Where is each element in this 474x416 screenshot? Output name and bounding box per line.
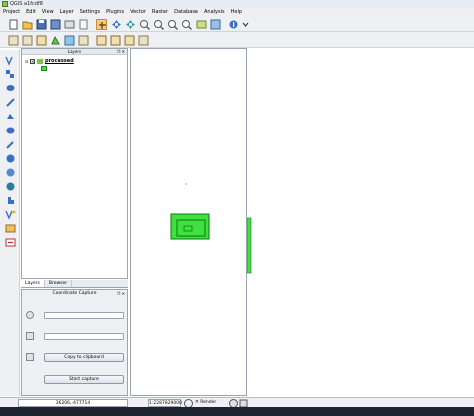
- composer-manager-icon[interactable]: [78, 19, 89, 30]
- layer-name[interactable]: processed: [45, 58, 74, 64]
- map-point-feature: [185, 183, 187, 185]
- new-project-icon[interactable]: [8, 19, 19, 30]
- polygon-feature-core[interactable]: [183, 225, 193, 232]
- coordinate-readout[interactable]: 36206,-477714: [18, 399, 128, 407]
- layers-panel-title: Layers: [67, 49, 82, 54]
- zoom-layer-icon[interactable]: [181, 19, 192, 30]
- layer-toolbar: [0, 50, 20, 396]
- menu-analysis[interactable]: Analysis: [201, 9, 228, 16]
- map-feature-layer-right: [246, 217, 252, 274]
- menu-vector[interactable]: Vector: [127, 9, 149, 16]
- zoom-out-icon[interactable]: [139, 19, 150, 30]
- coordinate-capture-header: Coordinate Capture ❐ ✕: [22, 290, 127, 297]
- title-bar: QGIS a1fcdf8: [0, 0, 474, 9]
- add-raster-layer-icon[interactable]: [5, 69, 16, 80]
- qgis-window: QGIS a1fcdf8 Project Edit View Layer Set…: [0, 0, 474, 416]
- add-virtual-layer-icon[interactable]: [5, 195, 16, 206]
- window-title: QGIS a1fcdf8: [10, 1, 43, 7]
- identify-icon[interactable]: [228, 19, 239, 30]
- menu-edit[interactable]: Edit: [23, 9, 39, 16]
- new-spatialite-icon[interactable]: [5, 223, 16, 234]
- add-spatialite-layer-icon[interactable]: [5, 97, 16, 108]
- menu-database[interactable]: Database: [171, 9, 201, 16]
- coordinate-capture-panel: Coordinate Capture ❐ ✕ Copy to clipboard…: [21, 289, 128, 396]
- move-feature-icon[interactable]: [50, 35, 61, 46]
- copy-features-icon[interactable]: [110, 35, 121, 46]
- zoom-next-icon[interactable]: [210, 19, 221, 30]
- add-feature-icon[interactable]: [36, 35, 47, 46]
- edit-toolbar: [0, 32, 474, 48]
- pan-to-selection-icon[interactable]: [111, 19, 122, 30]
- messages-icon[interactable]: [238, 398, 248, 408]
- layers-panel: Layers ❐ ✕ ⊟ ✕ processed: [21, 48, 128, 279]
- panel-float-close-icon[interactable]: ❐ ✕: [117, 49, 125, 55]
- dock-tabs: Layers Browser: [21, 280, 128, 288]
- print-composer-icon[interactable]: [64, 19, 75, 30]
- polygon-feature-edge: [246, 217, 252, 274]
- rotation-icon[interactable]: [183, 398, 193, 408]
- add-wcs-layer-icon[interactable]: [5, 153, 16, 164]
- delete-selected-icon[interactable]: [78, 35, 89, 46]
- copy-to-clipboard-button[interactable]: Copy to clipboard: [44, 353, 124, 362]
- tab-browser[interactable]: Browser: [45, 280, 73, 287]
- scale-combobox[interactable]: 1:2287829000: [148, 399, 182, 407]
- status-bar: 36206,-477714 1:2287829000 ✕ Render: [0, 397, 474, 408]
- map-canvas[interactable]: [130, 48, 247, 396]
- new-shapefile-icon[interactable]: [5, 209, 16, 220]
- layer-tree-item[interactable]: ⊟ ✕ processed: [25, 58, 74, 64]
- start-capture-button[interactable]: Start capture: [44, 375, 124, 384]
- menu-layer[interactable]: Layer: [57, 9, 77, 16]
- add-wms-layer-icon[interactable]: [5, 139, 16, 150]
- coordinate-capture-title: Coordinate Capture: [52, 291, 97, 296]
- qgis-app-icon: [2, 1, 8, 7]
- add-postgis-layer-icon[interactable]: [5, 83, 16, 94]
- layer-visibility-checkbox[interactable]: ✕: [30, 58, 35, 64]
- main-toolbar: [0, 16, 474, 32]
- menu-help[interactable]: Help: [228, 9, 245, 16]
- add-wfs-layer-icon[interactable]: [5, 167, 16, 178]
- open-project-icon[interactable]: [22, 19, 33, 30]
- toggle-editing-icon[interactable]: [8, 35, 19, 46]
- grid-crs-icon[interactable]: [26, 332, 34, 340]
- map-feature-layer: [170, 183, 210, 240]
- render-label: Render: [200, 400, 217, 405]
- node-tool-icon[interactable]: [64, 35, 75, 46]
- menu-settings[interactable]: Settings: [77, 9, 104, 16]
- zoom-last-icon[interactable]: [196, 19, 207, 30]
- add-mssql-layer-icon[interactable]: [5, 111, 16, 122]
- layer-legend-swatch: [41, 66, 47, 71]
- zoom-full-icon[interactable]: [153, 19, 164, 30]
- menu-project[interactable]: Project: [0, 9, 23, 16]
- add-vector-layer-icon[interactable]: [5, 55, 16, 66]
- chevron-down-icon[interactable]: [240, 19, 251, 30]
- save-edits-icon[interactable]: [22, 35, 33, 46]
- crs-selector-icon[interactable]: [26, 311, 34, 319]
- crs-status-icon[interactable]: [228, 398, 238, 408]
- copy-icon[interactable]: [26, 353, 34, 361]
- menu-raster[interactable]: Raster: [149, 9, 171, 16]
- paste-features-icon[interactable]: [124, 35, 135, 46]
- zoom-selection-icon[interactable]: [167, 19, 178, 30]
- remove-layer-icon[interactable]: [5, 237, 16, 248]
- add-oracle-layer-icon[interactable]: [5, 125, 16, 136]
- os-taskbar: [0, 407, 474, 416]
- render-checkbox[interactable]: ✕ Render: [195, 399, 216, 407]
- tab-layers[interactable]: Layers: [21, 280, 45, 287]
- menu-plugins[interactable]: Plugins: [103, 9, 127, 16]
- add-delimited-text-icon[interactable]: [5, 181, 16, 192]
- panel-float-close-icon[interactable]: ❐ ✕: [117, 290, 125, 297]
- menu-bar: Project Edit View Layer Settings Plugins…: [0, 9, 474, 16]
- coordinate-field-1[interactable]: [44, 312, 124, 319]
- polygon-layer-icon: [37, 58, 43, 64]
- cut-features-icon[interactable]: [96, 35, 107, 46]
- save-project-icon[interactable]: [36, 19, 47, 30]
- pan-map-icon[interactable]: [96, 19, 107, 30]
- layers-panel-header: Layers ❐ ✕: [22, 49, 127, 55]
- undo-icon[interactable]: [138, 35, 149, 46]
- menu-view[interactable]: View: [39, 9, 57, 16]
- coordinate-field-2[interactable]: [44, 333, 124, 340]
- zoom-in-icon[interactable]: [125, 19, 136, 30]
- map-canvas-overflow: [246, 48, 474, 396]
- save-as-icon[interactable]: [50, 19, 61, 30]
